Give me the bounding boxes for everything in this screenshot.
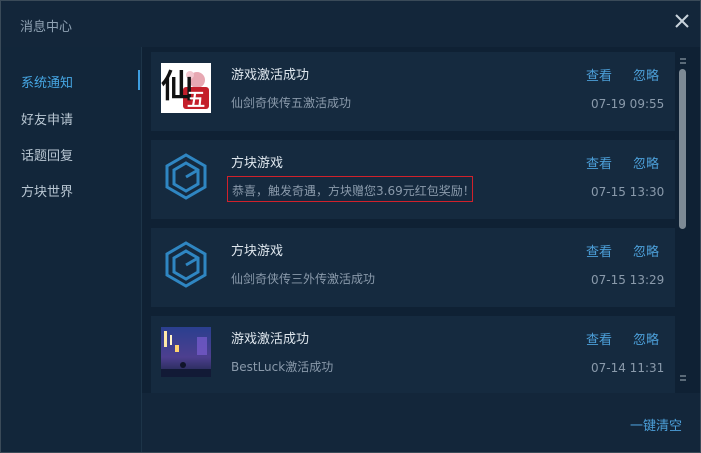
- view-button[interactable]: 查看: [586, 241, 612, 260]
- message-title: 方块游戏: [231, 156, 284, 171]
- fangkuai-logo: [165, 153, 207, 200]
- message-title: 游戏激活成功: [231, 332, 310, 347]
- window-title: 消息中心: [20, 20, 73, 35]
- message-title: 游戏激活成功: [231, 68, 310, 83]
- message-time: 07-15 13:30: [591, 185, 665, 199]
- sidebar-item-topic-replies[interactable]: 话题回复: [21, 145, 73, 164]
- sidebar-item-system-notice[interactable]: 系统通知: [21, 72, 73, 91]
- message-time: 07-19 09:55: [591, 97, 665, 111]
- ignore-button[interactable]: 忽略: [633, 153, 659, 172]
- ignore-button[interactable]: 忽略: [633, 65, 659, 84]
- message-text: 仙剑奇侠传三外传激活成功: [231, 272, 376, 286]
- close-icon[interactable]: [671, 10, 693, 32]
- message-time: 07-15 13:29: [591, 273, 665, 287]
- ignore-button[interactable]: 忽略: [633, 329, 659, 348]
- ignore-button[interactable]: 忽略: [633, 241, 659, 260]
- scrollbar[interactable]: [676, 55, 690, 383]
- xianjian-five-logo: 仙 五: [161, 63, 211, 113]
- scroll-up-arrow-line: [680, 62, 686, 64]
- title-bar: 消息中心: [1, 1, 700, 47]
- active-indicator: [138, 70, 140, 90]
- sidebar-item-friend-requests[interactable]: 好友申请: [21, 109, 73, 128]
- footer: 一键清空: [142, 393, 700, 452]
- scrollbar-thumb[interactable]: [679, 69, 686, 229]
- message-center-window: 消息中心 系统通知 好友申请 话题回复 方块世界 仙 五 游戏激活成功 仙剑奇侠…: [0, 0, 701, 453]
- message-list: 仙 五 游戏激活成功 仙剑奇侠传五激活成功 查看 忽略 07-19 09:55 …: [142, 47, 700, 393]
- message-title: 方块游戏: [231, 244, 284, 259]
- message-text: BestLuck激活成功: [231, 360, 334, 374]
- view-button[interactable]: 查看: [586, 153, 612, 172]
- message-time: 07-14 11:31: [591, 361, 665, 375]
- logo-text-wu: 五: [187, 90, 205, 111]
- list-item: 游戏激活成功 BestLuck激活成功 查看 忽略 07-14 11:31: [151, 316, 675, 393]
- sidebar-item-block-world[interactable]: 方块世界: [21, 181, 73, 200]
- fangkuai-logo: [165, 241, 207, 288]
- scroll-down-arrow[interactable]: [680, 375, 686, 377]
- list-item: 仙 五 游戏激活成功 仙剑奇侠传五激活成功 查看 忽略 07-19 09:55: [151, 52, 675, 131]
- sidebar: 系统通知 好友申请 话题回复 方块世界: [1, 47, 142, 452]
- list-item: 方块游戏 仙剑奇侠传三外传激活成功 查看 忽略 07-15 13:29: [151, 228, 675, 307]
- bestluck-cover: [161, 327, 211, 377]
- view-button[interactable]: 查看: [586, 65, 612, 84]
- message-text: 仙剑奇侠传五激活成功: [231, 96, 352, 110]
- scroll-down-arrow-line: [680, 379, 686, 381]
- clear-all-button[interactable]: 一键清空: [630, 415, 682, 434]
- message-text: 恭喜，触发奇遇，方块赠您3.69元红包奖励！: [227, 176, 475, 202]
- scroll-up-arrow[interactable]: [680, 58, 686, 60]
- list-item: 方块游戏 恭喜，触发奇遇，方块赠您3.69元红包奖励！ 查看 忽略 07-15 …: [151, 140, 675, 219]
- view-button[interactable]: 查看: [586, 329, 612, 348]
